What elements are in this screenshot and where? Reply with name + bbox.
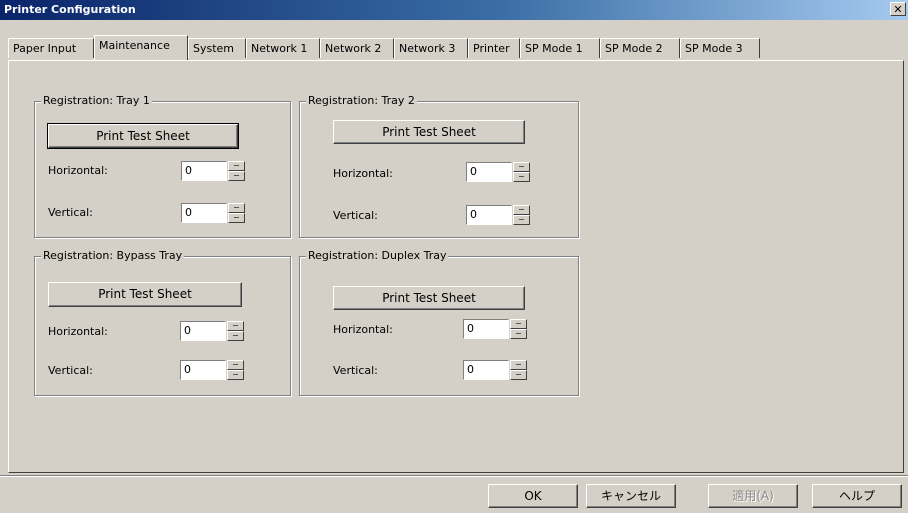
spin-down-icon[interactable] <box>513 172 530 182</box>
duplex-vertical-input[interactable]: 0 <box>463 360 509 380</box>
tab-sp-mode-1[interactable]: SP Mode 1 <box>520 38 600 58</box>
tray-1-vertical-spinner: 0 <box>181 203 245 223</box>
group-title-bypass-tray: Registration: Bypass Tray <box>41 249 185 262</box>
tab-paper-input[interactable]: Paper Input <box>8 38 94 58</box>
print-test-sheet-duplex-button[interactable]: Print Test Sheet <box>333 286 525 310</box>
spin-up-icon[interactable] <box>227 360 244 370</box>
spin-down-icon[interactable] <box>513 215 530 225</box>
tab-sp-mode-2[interactable]: SP Mode 2 <box>600 38 680 58</box>
bypass-horizontal-input[interactable]: 0 <box>180 321 226 341</box>
tray-2-horizontal-input[interactable]: 0 <box>466 162 512 182</box>
ok-button[interactable]: OK <box>488 484 578 508</box>
apply-button[interactable]: 適用(A) <box>708 484 798 508</box>
tray-2-vertical-spinner: 0 <box>466 205 530 225</box>
spin-down-icon[interactable] <box>510 370 527 380</box>
horizontal-label: Horizontal: <box>48 325 108 338</box>
bypass-vertical-input[interactable]: 0 <box>180 360 226 380</box>
group-duplex-tray: Registration: Duplex Tray Print Test She… <box>299 249 579 396</box>
spin-up-icon[interactable] <box>513 162 530 172</box>
horizontal-label: Horizontal: <box>48 164 108 177</box>
spin-down-icon[interactable] <box>228 171 245 181</box>
tray-1-vertical-input[interactable]: 0 <box>181 203 227 223</box>
group-title-tray-1: Registration: Tray 1 <box>41 94 152 107</box>
close-button[interactable]: ✕ <box>890 2 906 16</box>
group-bypass-tray: Registration: Bypass Tray Print Test She… <box>34 249 291 396</box>
tab-printer[interactable]: Printer <box>468 38 520 58</box>
cancel-button[interactable]: キャンセル <box>586 484 676 508</box>
print-test-sheet-tray-2-button[interactable]: Print Test Sheet <box>333 120 525 144</box>
group-tray-1: Registration: Tray 1 Print Test Sheet Ho… <box>34 94 291 238</box>
title-bar: Printer Configuration ✕ <box>0 0 908 20</box>
vertical-label: Vertical: <box>333 364 378 377</box>
tab-system[interactable]: System <box>188 38 246 58</box>
vertical-label: Vertical: <box>48 364 93 377</box>
spin-up-icon[interactable] <box>228 161 245 171</box>
close-icon: ✕ <box>893 3 903 16</box>
spin-down-icon[interactable] <box>228 213 245 223</box>
tray-2-horizontal-spinner: 0 <box>466 162 530 182</box>
tab-sp-mode-3[interactable]: SP Mode 3 <box>680 38 760 58</box>
bypass-horizontal-spinner: 0 <box>180 321 244 341</box>
horizontal-label: Horizontal: <box>333 167 393 180</box>
tab-maintenance[interactable]: Maintenance <box>94 35 188 60</box>
tab-network-1[interactable]: Network 1 <box>246 38 320 58</box>
spin-up-icon[interactable] <box>227 321 244 331</box>
vertical-label: Vertical: <box>333 209 378 222</box>
print-test-sheet-bypass-button[interactable]: Print Test Sheet <box>48 282 242 307</box>
tab-network-2[interactable]: Network 2 <box>320 38 394 58</box>
tray-1-horizontal-spinner: 0 <box>181 161 245 181</box>
help-button[interactable]: ヘルプ <box>812 484 902 508</box>
duplex-horizontal-spinner: 0 <box>463 319 527 339</box>
duplex-vertical-spinner: 0 <box>463 360 527 380</box>
tray-2-vertical-input[interactable]: 0 <box>466 205 512 225</box>
spin-up-icon[interactable] <box>510 360 527 370</box>
apply-button-label: 適用(A) <box>732 489 774 503</box>
duplex-horizontal-input[interactable]: 0 <box>463 319 509 339</box>
print-test-sheet-tray-1-button[interactable]: Print Test Sheet <box>47 123 239 149</box>
spin-up-icon[interactable] <box>510 319 527 329</box>
group-tray-2: Registration: Tray 2 Print Test Sheet Ho… <box>299 94 579 238</box>
bypass-vertical-spinner: 0 <box>180 360 244 380</box>
window-title: Printer Configuration <box>4 3 136 16</box>
tab-network-3[interactable]: Network 3 <box>394 38 468 58</box>
maintenance-panel: Registration: Tray 1 Print Test Sheet Ho… <box>8 60 904 473</box>
spin-down-icon[interactable] <box>227 331 244 341</box>
horizontal-label: Horizontal: <box>333 323 393 336</box>
spin-up-icon[interactable] <box>228 203 245 213</box>
spin-down-icon[interactable] <box>510 329 527 339</box>
vertical-label: Vertical: <box>48 206 93 219</box>
group-title-tray-2: Registration: Tray 2 <box>306 94 417 107</box>
spin-down-icon[interactable] <box>227 370 244 380</box>
spin-up-icon[interactable] <box>513 205 530 215</box>
tray-1-horizontal-input[interactable]: 0 <box>181 161 227 181</box>
group-title-duplex-tray: Registration: Duplex Tray <box>306 249 449 262</box>
footer-separator <box>0 475 908 477</box>
